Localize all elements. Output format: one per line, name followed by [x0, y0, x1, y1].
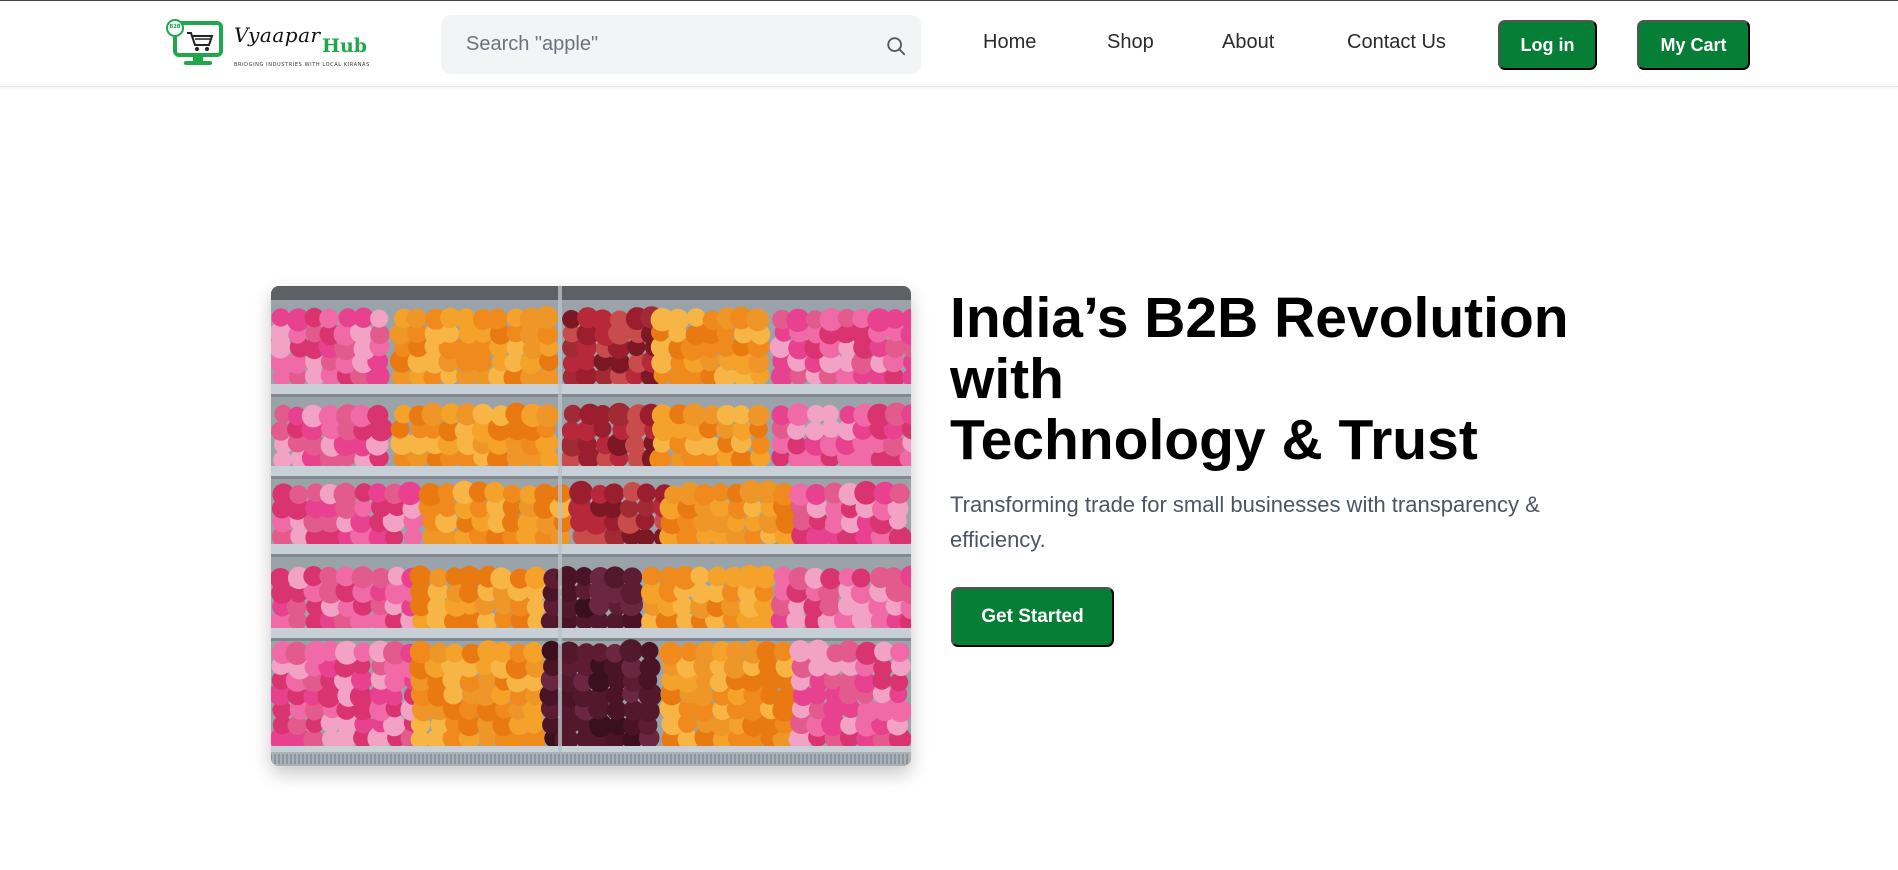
nav-about-link[interactable]: About — [1222, 31, 1274, 54]
hero-title-line-3: Technology & Trust — [950, 408, 1478, 472]
hero-title-line-1: India’s B2B Revolution — [950, 286, 1569, 350]
get-started-button[interactable]: Get Started — [951, 587, 1114, 647]
hero-image-fruit-shelves — [271, 286, 911, 766]
hero-title: India’s B2B Revolution with Technology &… — [950, 288, 1650, 471]
search-input[interactable] — [441, 15, 861, 74]
brand-logo[interactable]: B2B Vyaapar Hub BRIDGING INDUSTRIES WITH… — [166, 19, 369, 69]
search-bar — [441, 15, 921, 74]
search-icon[interactable] — [885, 35, 907, 57]
login-button[interactable]: Log in — [1498, 20, 1597, 70]
cart-button[interactable]: My Cart — [1637, 20, 1750, 70]
navbar: B2B Vyaapar Hub BRIDGING INDUSTRIES WITH… — [0, 1, 1898, 87]
logo-badge: B2B — [169, 24, 181, 30]
logo-suffix: Hub — [322, 35, 368, 57]
nav-contact-link[interactable]: Contact Us — [1347, 31, 1446, 54]
logo-wordmark: Vyaapar — [234, 23, 321, 47]
hero-subtitle: Transforming trade for small businesses … — [950, 492, 1540, 552]
nav-home-link[interactable]: Home — [983, 31, 1036, 54]
hero-title-line-2: with — [950, 347, 1064, 411]
fruit-shelf-illustration — [271, 286, 911, 766]
logo-tagline: BRIDGING INDUSTRIES WITH LOCAL KIRANAS — [234, 62, 370, 68]
nav-shop-link[interactable]: Shop — [1107, 31, 1154, 54]
